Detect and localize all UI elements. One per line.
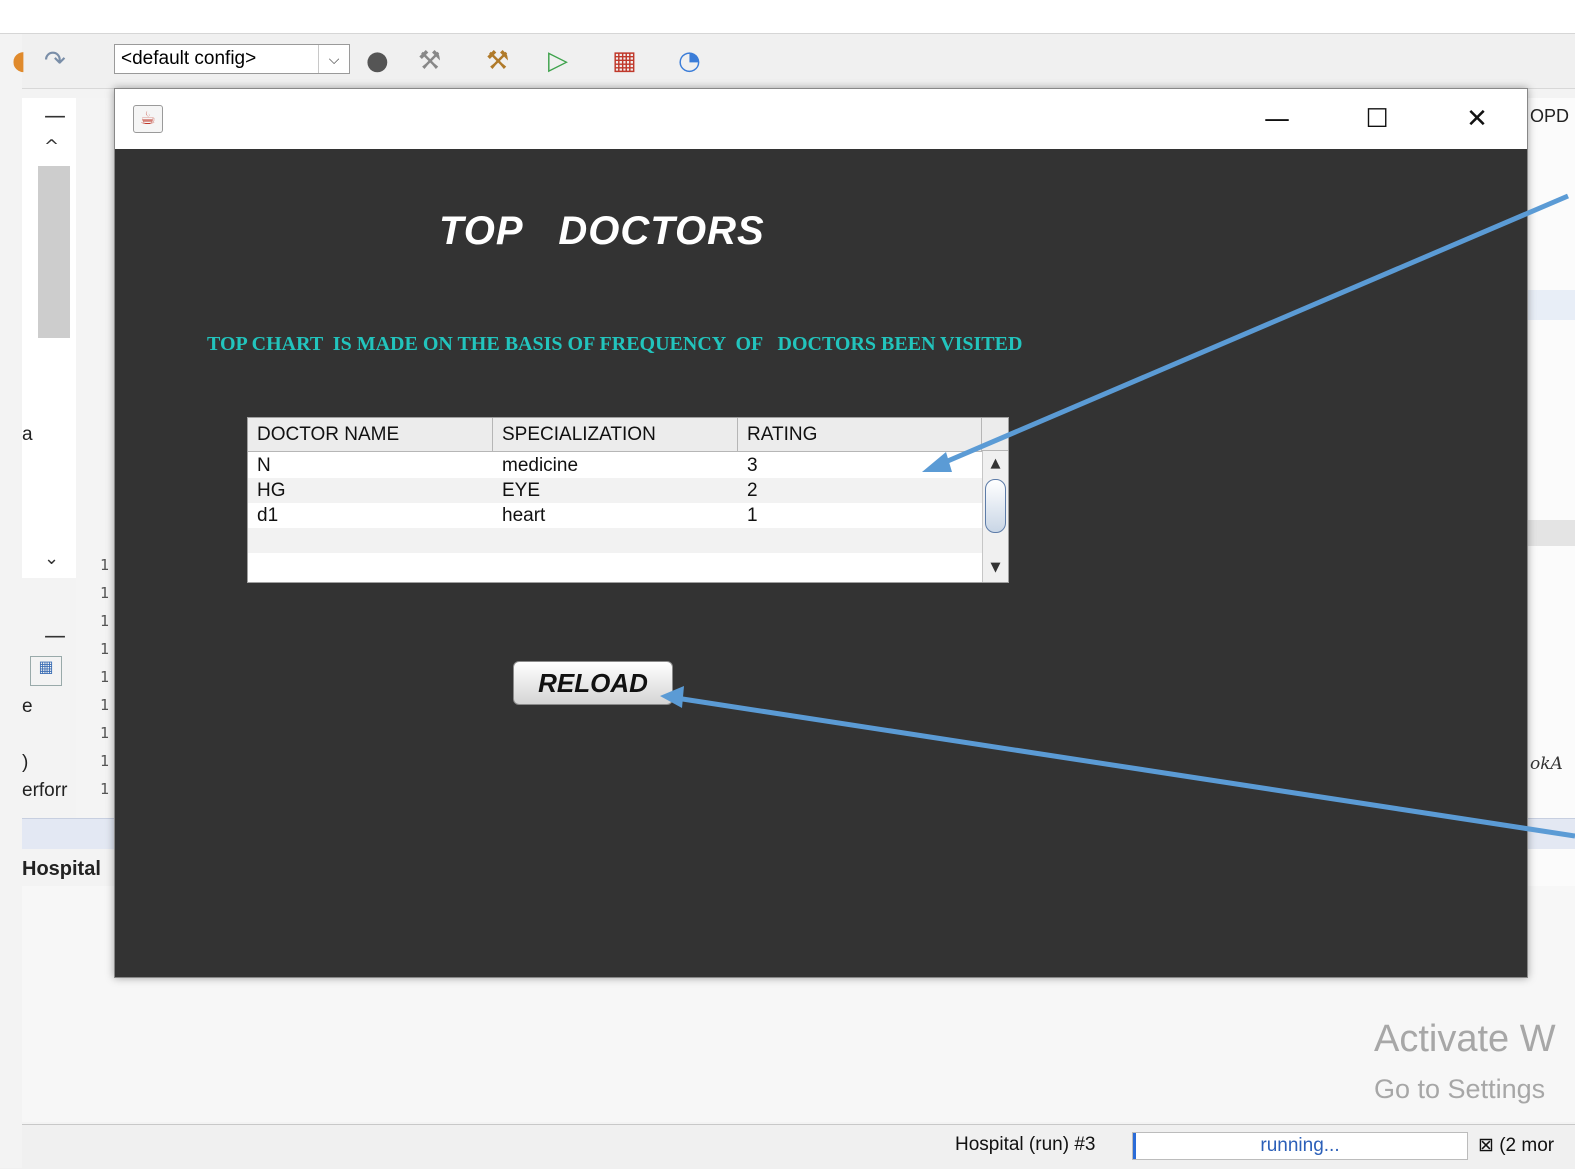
progress-text: running... (1260, 1135, 1340, 1156)
right-panel-band (1528, 520, 1575, 546)
status-run-label: Hospital (run) #3 (955, 1134, 1096, 1155)
left-label: a (22, 424, 33, 445)
undo-icon[interactable]: ◖ (12, 46, 26, 76)
page-title: TOP DOCTORS (439, 209, 765, 253)
table-row[interactable]: d1 heart 1 (248, 503, 982, 528)
table-row[interactable]: HG EYE 2 (248, 478, 982, 503)
left-panel-scrollbar[interactable] (38, 166, 70, 338)
scroll-up-icon[interactable]: ▲ (983, 453, 1008, 475)
line-number: 1 (100, 584, 110, 602)
line-number: 1 (100, 556, 110, 574)
line-number-gutter (76, 98, 116, 818)
scroll-thumb[interactable] (985, 479, 1006, 533)
activation-watermark: Activate W (1374, 1018, 1556, 1060)
left-label: erforr (22, 780, 68, 801)
doctors-table[interactable]: DOCTOR NAME SPECIALIZATION RATING N medi… (247, 417, 1009, 583)
line-number: 1 (100, 640, 110, 658)
line-number: 1 (100, 752, 110, 770)
right-code-fragment: okA (1530, 754, 1563, 774)
left-label: ) (22, 752, 29, 773)
table-cell: HG (257, 480, 286, 501)
java-icon: ☕ (133, 105, 163, 133)
line-number: 1 (100, 780, 110, 798)
scroll-down-icon[interactable]: ▼ (983, 557, 1008, 579)
page-subtitle: TOP CHART IS MADE ON THE BASIS OF FREQUE… (207, 333, 1023, 355)
window-icon[interactable]: ▦ (30, 656, 62, 686)
table-cell: d1 (257, 505, 279, 526)
minimize-panel-icon[interactable]: — (44, 624, 66, 649)
table-cell: 3 (747, 455, 758, 476)
minimize-panel-icon[interactable]: — (44, 104, 66, 129)
tasks-icon: ⊠ (1478, 1135, 1494, 1156)
chevron-down-icon[interactable]: ⌄ (44, 548, 59, 569)
activation-watermark-sub: Go to Settings (1374, 1074, 1546, 1104)
ide-top-strip (0, 0, 1575, 34)
output-tab-hospital[interactable]: Hospital (22, 852, 116, 886)
table-cell: 1 (747, 505, 758, 526)
chevron-down-icon[interactable]: ⌵ (318, 45, 349, 73)
left-label: e (22, 696, 33, 717)
right-tab-fragment[interactable]: OPD (1530, 106, 1569, 127)
status-more-tasks[interactable]: ⊠ (2 mor (1478, 1134, 1554, 1157)
table-cell: heart (502, 505, 546, 526)
column-header-doctor-name[interactable]: DOCTOR NAME (248, 418, 493, 451)
maximize-button[interactable]: ☐ (1327, 89, 1427, 149)
column-header-rating[interactable]: RATING (738, 418, 982, 451)
redo-icon[interactable]: ↷ (44, 46, 66, 76)
status-progress-bar[interactable]: running... (1132, 1132, 1468, 1160)
table-cell: 2 (747, 480, 758, 501)
config-select-value: <default config> (121, 48, 257, 69)
line-number: 1 (100, 668, 110, 686)
table-header: DOCTOR NAME SPECIALIZATION RATING (248, 418, 982, 452)
close-button[interactable]: ✕ (1427, 89, 1527, 149)
reload-button[interactable]: RELOAD (513, 661, 673, 705)
minimize-button[interactable]: — (1227, 89, 1327, 149)
table-cell: EYE (502, 480, 541, 501)
column-header-specialization[interactable]: SPECIALIZATION (493, 418, 738, 451)
hammer-icon[interactable]: ⚒ (418, 46, 441, 76)
clean-build-icon[interactable]: ⚒ (486, 46, 509, 76)
chevron-up-icon[interactable]: ^ (44, 136, 59, 157)
top-doctors-window: ☕ — ☐ ✕ TOP DOCTORS TOP CHART IS MADE ON… (114, 88, 1528, 978)
line-number: 1 (100, 696, 110, 714)
line-number: 1 (100, 724, 110, 742)
table-cell: N (257, 455, 271, 476)
config-select[interactable]: <default config> ⌵ (114, 44, 350, 74)
table-row-empty[interactable] (248, 528, 982, 553)
globe-icon[interactable]: ● (366, 46, 389, 76)
debug-icon[interactable]: ▦ (612, 46, 637, 76)
profile-icon[interactable]: ◔ (678, 46, 701, 76)
table-scrollbar[interactable]: ▲ ▼ (982, 451, 1008, 582)
run-icon[interactable]: ▷ (548, 46, 568, 76)
right-panel-highlight (1528, 290, 1575, 320)
table-header-corner (982, 418, 1008, 451)
table-cell: medicine (502, 455, 579, 476)
status-more-label: (2 mor (1499, 1135, 1555, 1156)
table-row[interactable]: N medicine 3 (248, 453, 982, 478)
line-number: 1 (100, 612, 110, 630)
window-titlebar[interactable]: ☕ — ☐ ✕ (115, 89, 1527, 149)
